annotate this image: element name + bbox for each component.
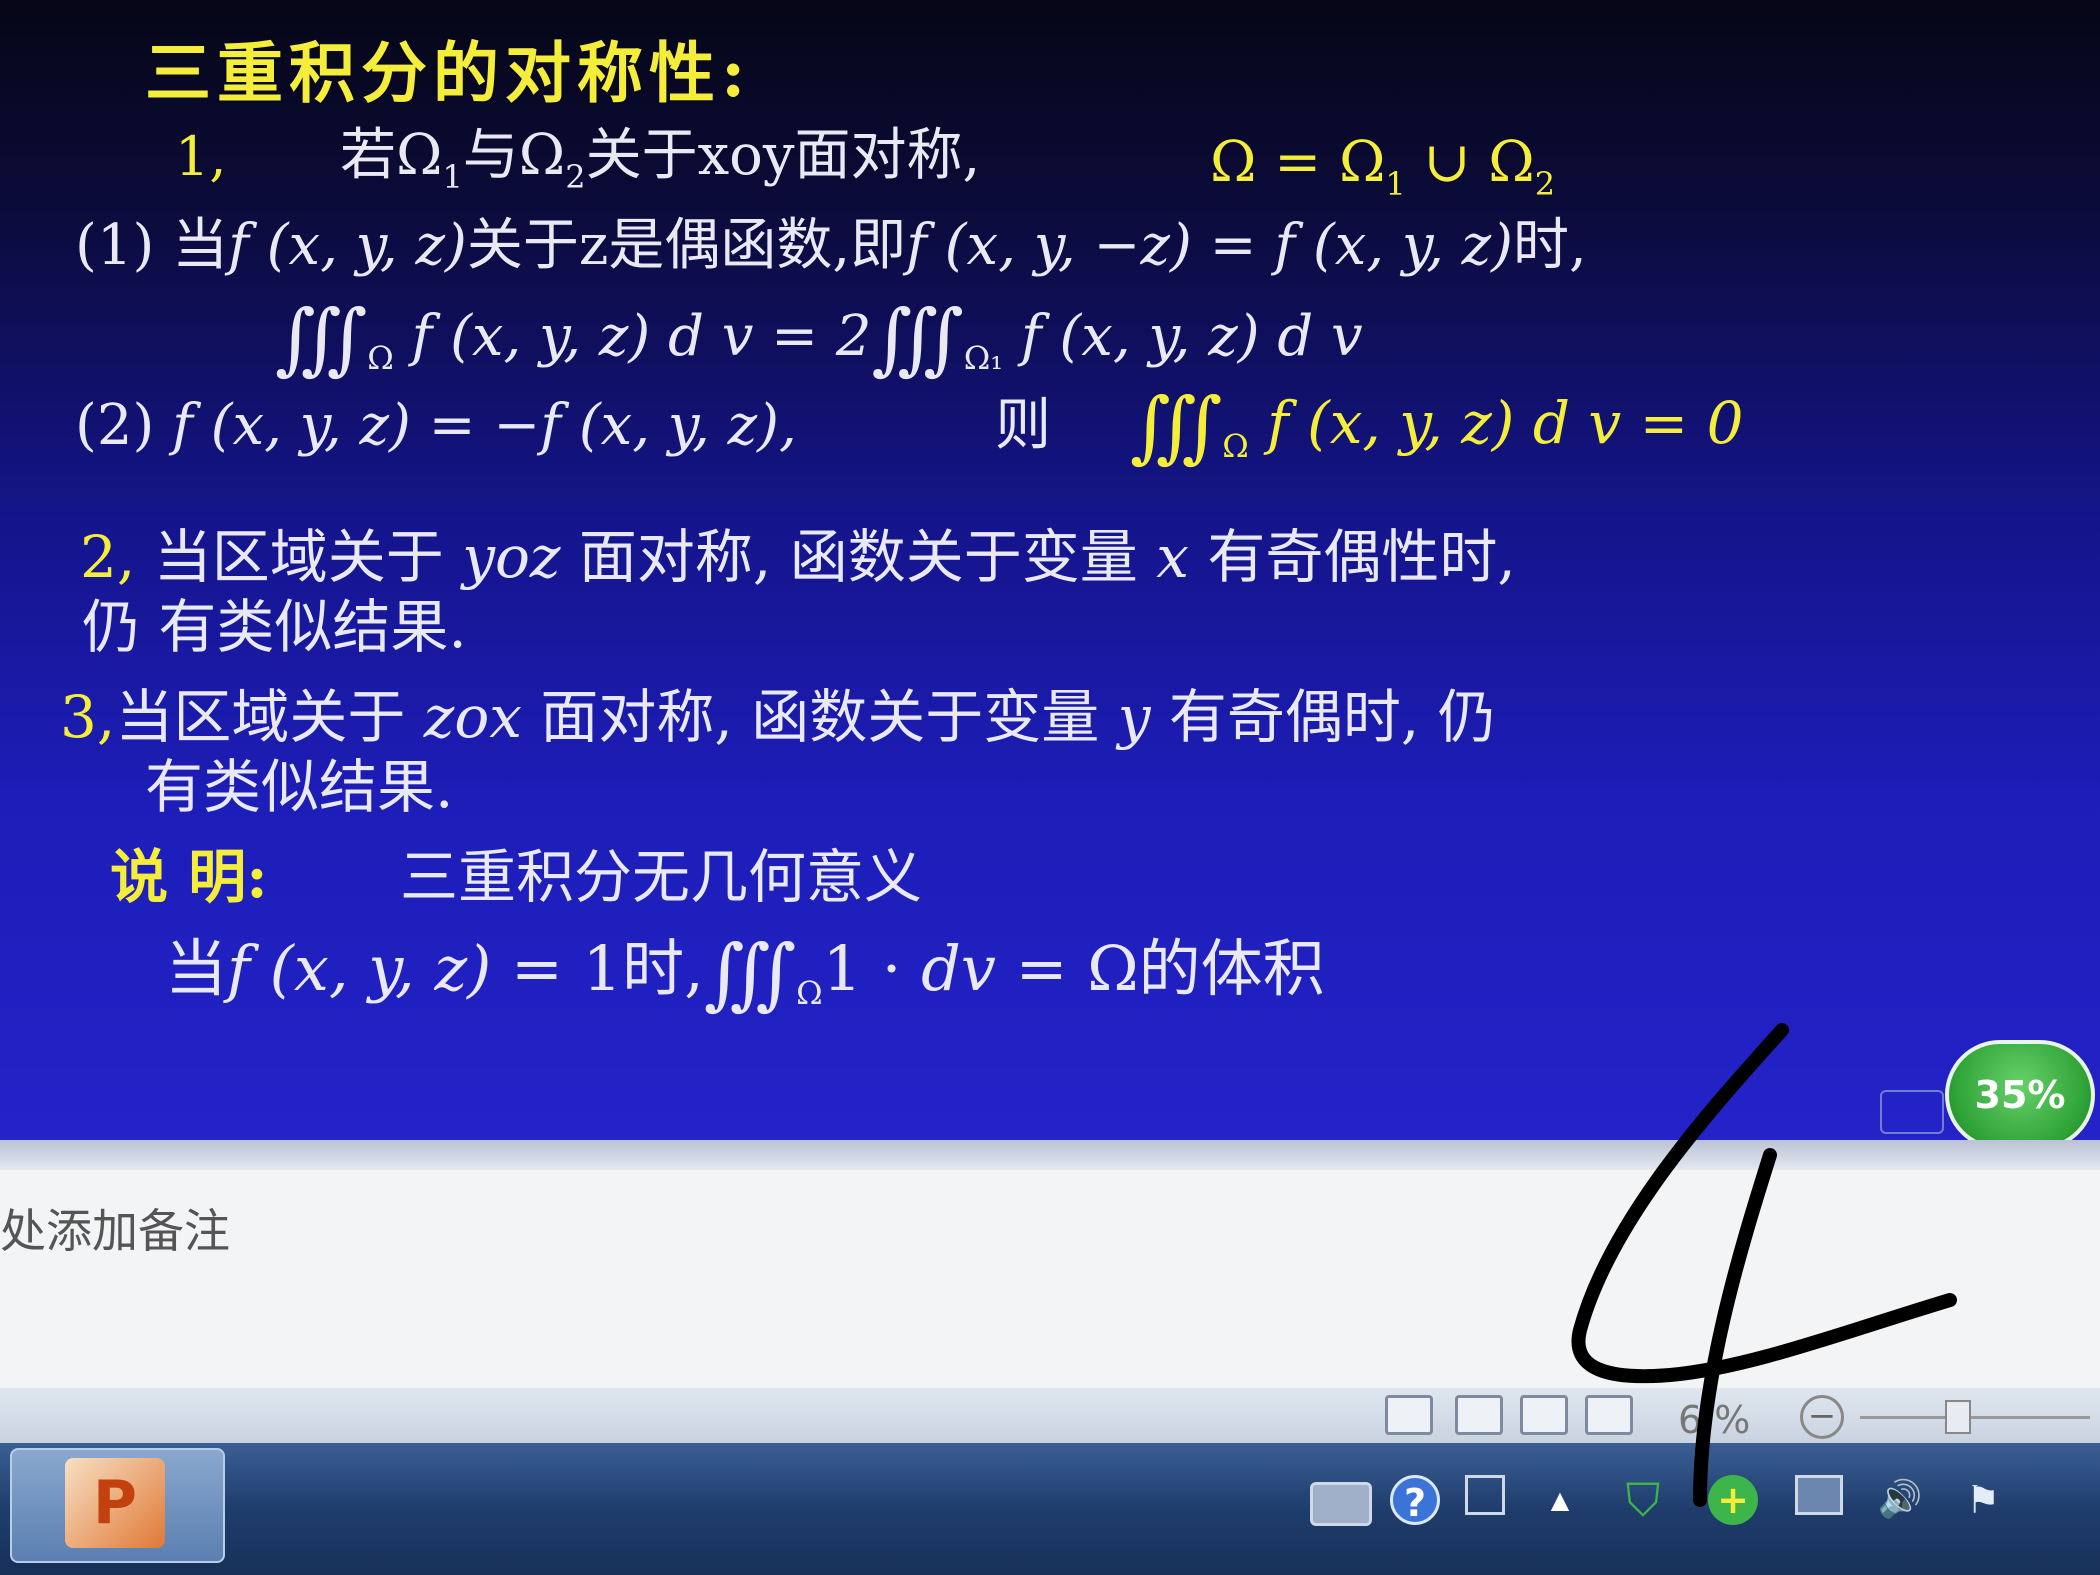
item3-line2: 有类似结果.	[145, 753, 454, 821]
handwritten-number-4: 4	[1571, 1023, 1957, 1507]
case1-formula: ∭Ω f (x, y, z) d v = 2∭Ω₁ f (x, y, z) d …	[275, 294, 1363, 384]
powerpoint-icon: P	[65, 1458, 165, 1548]
keyboard-icon[interactable]	[1310, 1482, 1372, 1526]
help-icon[interactable]: ?	[1390, 1475, 1440, 1525]
slide-canvas: 三重积分的对称性: 1, 若Ω1与Ω2关于xoy面对称, Ω = Ω1 ∪ Ω2…	[0, 0, 2100, 1140]
item1-number: 1,	[175, 125, 227, 188]
slide-sorter-icon[interactable]	[1455, 1395, 1503, 1435]
slide-title: 三重积分的对称性:	[145, 34, 752, 112]
item1-text: 若Ω1与Ω2关于xoy面对称,	[340, 123, 981, 196]
case1-line: (1) 当f (x, y, z)关于z是偶函数,即f (x, y, −z) = …	[75, 213, 1587, 278]
notes-placeholder: 处添加备注	[0, 1204, 230, 1258]
item2-line1: 2, 当区域关于 yoz 面对称, 函数关于变量 x 有奇偶性时,	[80, 523, 1516, 591]
case2-line: (2) f (x, y, z) = −f (x, y, z),	[75, 393, 797, 458]
item1-formula: Ω = Ω1 ∪ Ω2	[1210, 130, 1556, 203]
volume-formula: 当f (x, y, z) = 1时,∭Ω1 · dv = Ω的体积	[165, 929, 1325, 1019]
case2-then: 则	[995, 393, 1051, 458]
note-text: 三重积分无几何意义	[400, 843, 923, 911]
note-label: 说 明:	[110, 843, 268, 911]
item2-line2: 仍 有类似结果.	[82, 593, 467, 661]
item3-line1: 3,当区域关于 zox 面对称, 函数关于变量 y 有奇偶时, 仍	[60, 683, 1496, 751]
normal-view-icon[interactable]	[1385, 1395, 1433, 1435]
window-restore-icon[interactable]	[1465, 1475, 1505, 1515]
case2-result: ∭Ω f (x, y, z) d v = 0	[1130, 382, 1744, 472]
